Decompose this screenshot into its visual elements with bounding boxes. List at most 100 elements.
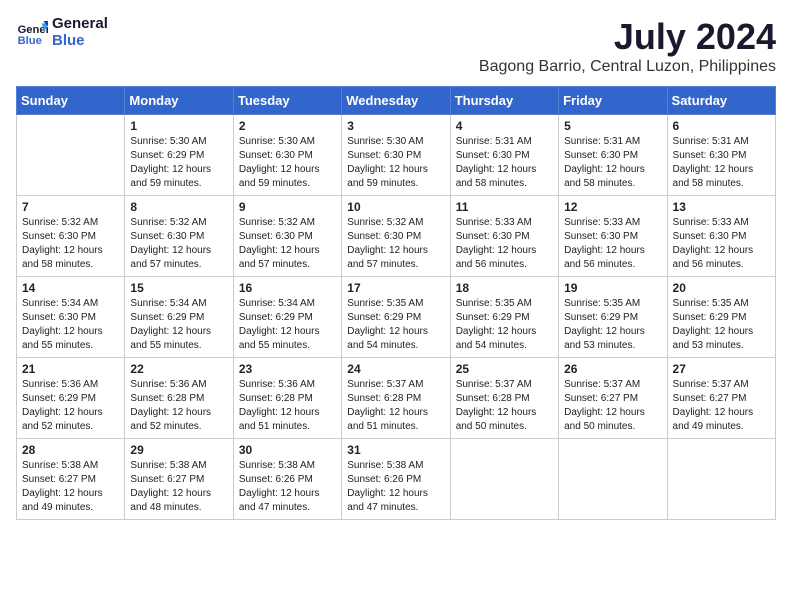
calendar-cell: 21 Sunrise: 5:36 AMSunset: 6:29 PMDayligh… bbox=[17, 358, 125, 439]
day-info: Sunrise: 5:30 AMSunset: 6:30 PMDaylight:… bbox=[347, 135, 444, 191]
day-number: 12 bbox=[564, 200, 661, 214]
day-info: Sunrise: 5:38 AMSunset: 6:26 PMDaylight:… bbox=[239, 459, 336, 515]
week-row-1: 1 Sunrise: 5:30 AMSunset: 6:29 PMDaylight… bbox=[17, 115, 776, 196]
calendar-cell: 10Sunrise: 5:32 AMSunset: 6:30 PMDayligh… bbox=[342, 196, 450, 277]
day-info: Sunrise: 5:31 AMSunset: 6:30 PMDaylight:… bbox=[673, 135, 770, 191]
day-info: Sunrise: 5:36 AMSunset: 6:29 PMDaylight:… bbox=[22, 378, 119, 434]
day-number: 13 bbox=[673, 200, 770, 214]
day-info: Sunrise: 5:37 AMSunset: 6:28 PMDaylight:… bbox=[456, 378, 553, 434]
calendar-cell: 20 Sunrise: 5:35 AMSunset: 6:29 PMDayligh… bbox=[667, 277, 775, 358]
day-number: 25 bbox=[456, 362, 553, 376]
calendar-cell: 29Sunrise: 5:38 AMSunset: 6:27 PMDayligh… bbox=[125, 439, 233, 520]
day-number: 30 bbox=[239, 443, 336, 457]
day-number: 4 bbox=[456, 119, 553, 133]
day-info: Sunrise: 5:37 AMSunset: 6:28 PMDaylight:… bbox=[347, 378, 444, 434]
calendar-cell: 31 Sunrise: 5:38 AMSunset: 6:26 PMDayligh… bbox=[342, 439, 450, 520]
month-year: July 2024 bbox=[479, 16, 776, 58]
day-number: 5 bbox=[564, 119, 661, 133]
day-number: 23 bbox=[239, 362, 336, 376]
page-header: General Blue General Blue July 2024 Bago… bbox=[16, 16, 776, 76]
calendar-cell: 12Sunrise: 5:33 AMSunset: 6:30 PMDayligh… bbox=[559, 196, 667, 277]
day-number: 18 bbox=[456, 281, 553, 295]
day-info: Sunrise: 5:31 AMSunset: 6:30 PMDaylight:… bbox=[456, 135, 553, 191]
day-info: Sunrise: 5:38 AMSunset: 6:27 PMDaylight:… bbox=[22, 459, 119, 515]
location: Bagong Barrio, Central Luzon, Philippine… bbox=[479, 58, 776, 76]
day-info: Sunrise: 5:35 AMSunset: 6:29 PMDaylight:… bbox=[347, 297, 444, 353]
day-number: 28 bbox=[22, 443, 119, 457]
calendar-cell bbox=[17, 115, 125, 196]
day-info: Sunrise: 5:33 AMSunset: 6:30 PMDaylight:… bbox=[456, 216, 553, 272]
day-info: Sunrise: 5:35 AMSunset: 6:29 PMDaylight:… bbox=[673, 297, 770, 353]
days-header-row: SundayMondayTuesdayWednesdayThursdayFrid… bbox=[17, 87, 776, 115]
svg-text:Blue: Blue bbox=[18, 35, 42, 47]
calendar-cell: 9 Sunrise: 5:32 AMSunset: 6:30 PMDaylight… bbox=[233, 196, 341, 277]
day-number: 20 bbox=[673, 281, 770, 295]
day-info: Sunrise: 5:30 AMSunset: 6:29 PMDaylight:… bbox=[130, 135, 227, 191]
calendar-cell: 23 Sunrise: 5:36 AMSunset: 6:28 PMDayligh… bbox=[233, 358, 341, 439]
logo: General Blue General Blue bbox=[16, 16, 108, 49]
day-number: 10 bbox=[347, 200, 444, 214]
day-info: Sunrise: 5:34 AMSunset: 6:30 PMDaylight:… bbox=[22, 297, 119, 353]
week-row-2: 7 Sunrise: 5:32 AMSunset: 6:30 PMDaylight… bbox=[17, 196, 776, 277]
day-number: 11 bbox=[456, 200, 553, 214]
calendar-cell: 16 Sunrise: 5:34 AMSunset: 6:29 PMDayligh… bbox=[233, 277, 341, 358]
day-info: Sunrise: 5:35 AMSunset: 6:29 PMDaylight:… bbox=[456, 297, 553, 353]
day-info: Sunrise: 5:38 AMSunset: 6:26 PMDaylight:… bbox=[347, 459, 444, 515]
day-info: Sunrise: 5:35 AMSunset: 6:29 PMDaylight:… bbox=[564, 297, 661, 353]
calendar-cell: 30 Sunrise: 5:38 AMSunset: 6:26 PMDayligh… bbox=[233, 439, 341, 520]
calendar-cell: 27Sunrise: 5:37 AMSunset: 6:27 PMDayligh… bbox=[667, 358, 775, 439]
calendar-cell: 1 Sunrise: 5:30 AMSunset: 6:29 PMDaylight… bbox=[125, 115, 233, 196]
calendar-cell bbox=[559, 439, 667, 520]
calendar-cell bbox=[450, 439, 558, 520]
day-info: Sunrise: 5:32 AMSunset: 6:30 PMDaylight:… bbox=[130, 216, 227, 272]
day-header-wednesday: Wednesday bbox=[342, 87, 450, 115]
day-header-thursday: Thursday bbox=[450, 87, 558, 115]
day-info: Sunrise: 5:36 AMSunset: 6:28 PMDaylight:… bbox=[130, 378, 227, 434]
week-row-4: 21 Sunrise: 5:36 AMSunset: 6:29 PMDayligh… bbox=[17, 358, 776, 439]
day-number: 17 bbox=[347, 281, 444, 295]
day-number: 31 bbox=[347, 443, 444, 457]
logo-general: General bbox=[52, 16, 108, 33]
day-header-saturday: Saturday bbox=[667, 87, 775, 115]
day-number: 26 bbox=[564, 362, 661, 376]
calendar-cell: 19 Sunrise: 5:35 AMSunset: 6:29 PMDayligh… bbox=[559, 277, 667, 358]
day-number: 7 bbox=[22, 200, 119, 214]
day-number: 2 bbox=[239, 119, 336, 133]
calendar-cell: 14Sunrise: 5:34 AMSunset: 6:30 PMDayligh… bbox=[17, 277, 125, 358]
day-info: Sunrise: 5:32 AMSunset: 6:30 PMDaylight:… bbox=[239, 216, 336, 272]
calendar-cell: 4 Sunrise: 5:31 AMSunset: 6:30 PMDaylight… bbox=[450, 115, 558, 196]
calendar-cell: 11 Sunrise: 5:33 AMSunset: 6:30 PMDayligh… bbox=[450, 196, 558, 277]
title-area: July 2024 Bagong Barrio, Central Luzon, … bbox=[479, 16, 776, 76]
day-number: 3 bbox=[347, 119, 444, 133]
day-info: Sunrise: 5:34 AMSunset: 6:29 PMDaylight:… bbox=[239, 297, 336, 353]
calendar-cell: 13Sunrise: 5:33 AMSunset: 6:30 PMDayligh… bbox=[667, 196, 775, 277]
calendar-cell: 7 Sunrise: 5:32 AMSunset: 6:30 PMDaylight… bbox=[17, 196, 125, 277]
calendar-cell: 18 Sunrise: 5:35 AMSunset: 6:29 PMDayligh… bbox=[450, 277, 558, 358]
calendar-cell: 26Sunrise: 5:37 AMSunset: 6:27 PMDayligh… bbox=[559, 358, 667, 439]
day-number: 21 bbox=[22, 362, 119, 376]
calendar-cell: 22 Sunrise: 5:36 AMSunset: 6:28 PMDayligh… bbox=[125, 358, 233, 439]
day-info: Sunrise: 5:34 AMSunset: 6:29 PMDaylight:… bbox=[130, 297, 227, 353]
day-info: Sunrise: 5:37 AMSunset: 6:27 PMDaylight:… bbox=[673, 378, 770, 434]
day-number: 16 bbox=[239, 281, 336, 295]
day-info: Sunrise: 5:32 AMSunset: 6:30 PMDaylight:… bbox=[22, 216, 119, 272]
day-number: 6 bbox=[673, 119, 770, 133]
week-row-3: 14Sunrise: 5:34 AMSunset: 6:30 PMDayligh… bbox=[17, 277, 776, 358]
day-header-friday: Friday bbox=[559, 87, 667, 115]
calendar-cell: 8Sunrise: 5:32 AMSunset: 6:30 PMDaylight… bbox=[125, 196, 233, 277]
day-number: 19 bbox=[564, 281, 661, 295]
calendar-cell: 25 Sunrise: 5:37 AMSunset: 6:28 PMDayligh… bbox=[450, 358, 558, 439]
day-number: 15 bbox=[130, 281, 227, 295]
calendar-cell: 5Sunrise: 5:31 AMSunset: 6:30 PMDaylight… bbox=[559, 115, 667, 196]
day-info: Sunrise: 5:36 AMSunset: 6:28 PMDaylight:… bbox=[239, 378, 336, 434]
day-header-sunday: Sunday bbox=[17, 87, 125, 115]
calendar-cell bbox=[667, 439, 775, 520]
calendar-cell: 28 Sunrise: 5:38 AMSunset: 6:27 PMDayligh… bbox=[17, 439, 125, 520]
day-number: 1 bbox=[130, 119, 227, 133]
day-info: Sunrise: 5:38 AMSunset: 6:27 PMDaylight:… bbox=[130, 459, 227, 515]
day-number: 9 bbox=[239, 200, 336, 214]
calendar-table: SundayMondayTuesdayWednesdayThursdayFrid… bbox=[16, 86, 776, 520]
day-number: 22 bbox=[130, 362, 227, 376]
day-header-monday: Monday bbox=[125, 87, 233, 115]
calendar-cell: 2Sunrise: 5:30 AMSunset: 6:30 PMDaylight… bbox=[233, 115, 341, 196]
